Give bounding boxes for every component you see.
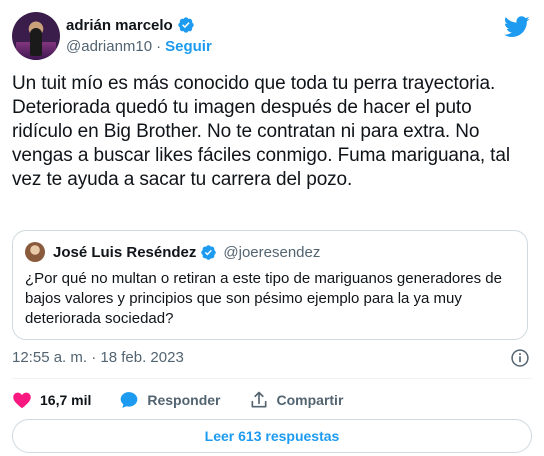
author-display-name[interactable]: adrián marcelo [66,17,173,34]
like-count: 16,7 mil [40,392,92,408]
tweet-text: Un tuit mío es más conocido que toda tu … [12,73,510,190]
separator-dot: · [156,37,162,55]
like-button[interactable]: 16,7 mil [12,390,91,410]
share-label: Compartir [276,392,344,408]
quoted-tweet-header: José Luis Reséndez @joeresendez [25,242,320,262]
display-name-row: adrián marcelo [66,14,212,36]
reply-bubble-icon [121,392,138,408]
heart-icon [13,392,31,408]
author-avatar[interactable] [12,12,60,60]
tweet-header: adrián marcelo @adrianm10 · Seguir [12,12,532,62]
quoted-author-handle: @joeresendez [223,243,321,261]
quoted-tweet[interactable]: José Luis Reséndez @joeresendez ¿Por qué… [12,230,528,340]
share-button[interactable]: Compartir [249,390,344,410]
quoted-author-display-name: José Luis Reséndez [53,243,197,261]
avatar-figure [30,28,42,56]
verified-icon [201,244,217,260]
quoted-author-avatar [25,242,45,262]
quoted-tweet-text: ¿Por qué no multan o retiran a este tipo… [25,270,502,327]
twitter-bird-icon[interactable] [504,16,530,38]
read-replies-button[interactable]: Leer 613 respuestas [12,419,532,453]
reply-button[interactable]: Responder [119,390,221,410]
author-names: adrián marcelo @adrianm10 · Seguir [66,14,212,56]
follow-button[interactable]: Seguir [165,38,212,55]
divider [12,378,532,379]
verified-icon [178,17,194,33]
handle-row: @adrianm10 · Seguir [66,36,212,56]
share-icon [251,391,266,408]
tweet-actions: 16,7 mil Responder Compartir [12,386,371,414]
tweet-timestamp[interactable]: 12:55 a. m. · 18 feb. 2023 [12,349,184,366]
author-handle[interactable]: @adrianm10 [66,38,152,55]
reply-label: Responder [147,392,221,408]
embedded-tweet-card: adrián marcelo @adrianm10 · Seguir Un tu… [0,0,544,456]
info-icon[interactable] [510,348,530,368]
